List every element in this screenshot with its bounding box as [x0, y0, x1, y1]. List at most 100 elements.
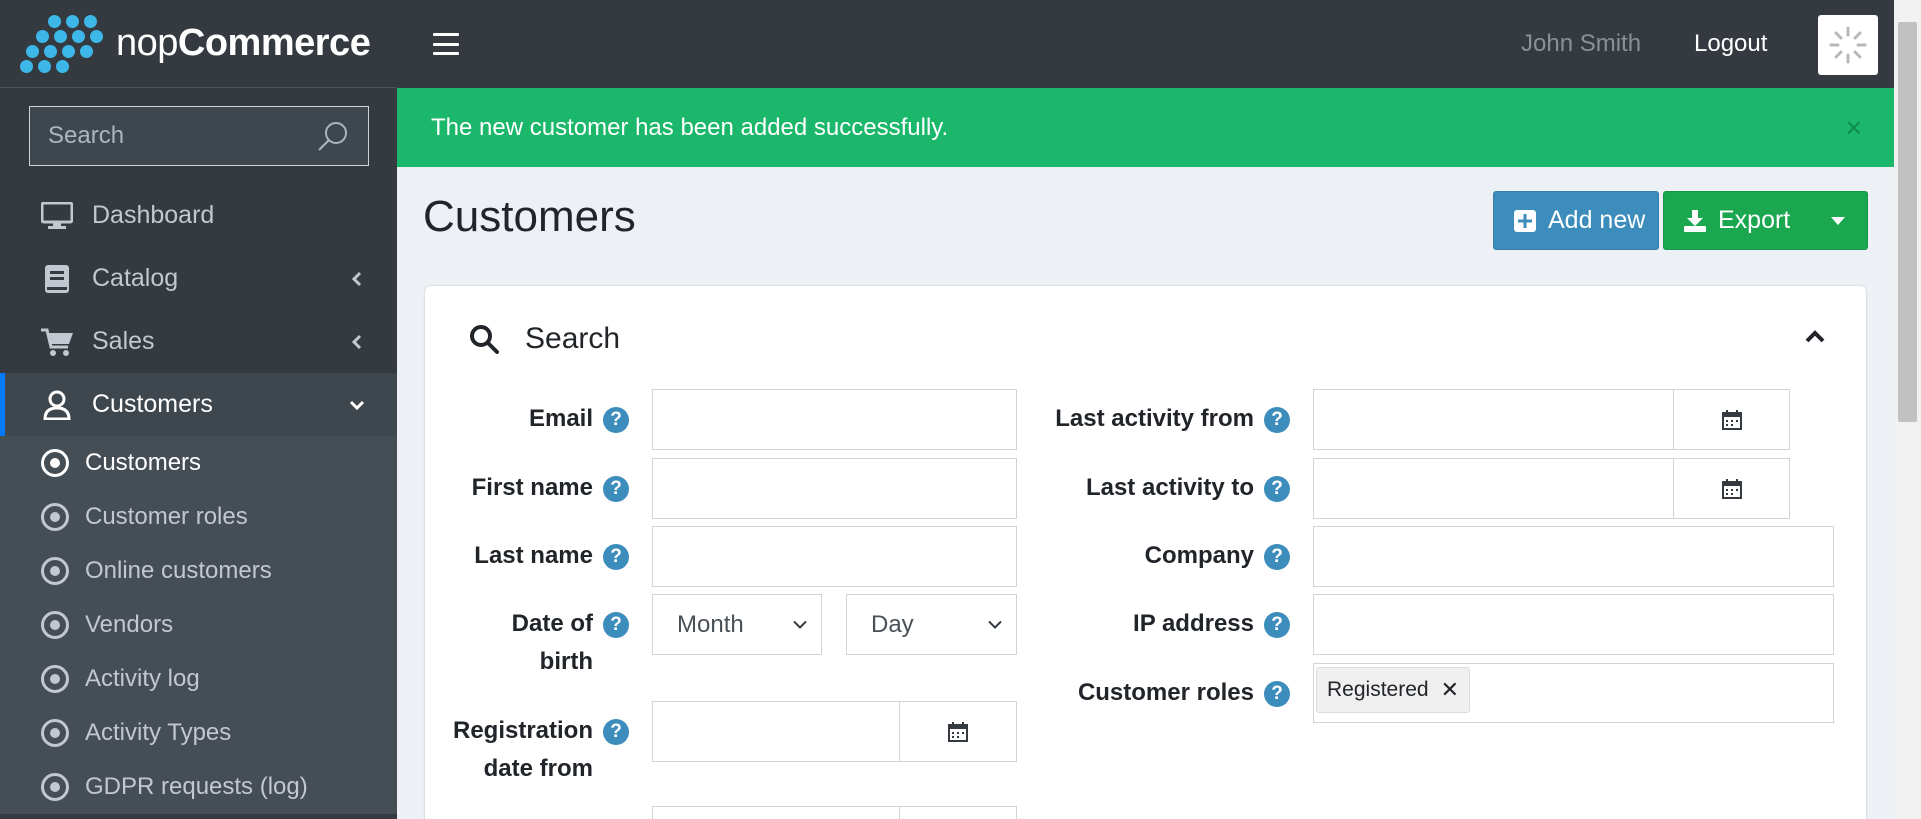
- book-icon: [40, 263, 74, 295]
- registration-to-field[interactable]: [652, 806, 900, 819]
- registration-from-input[interactable]: [653, 702, 899, 761]
- alert-close-icon[interactable]: ×: [1846, 112, 1862, 144]
- help-icon[interactable]: ?: [603, 719, 629, 745]
- sidebar-subitem-label: Activity log: [85, 665, 200, 692]
- search-icon: [470, 325, 499, 354]
- first-name-input[interactable]: [653, 459, 1016, 518]
- help-icon[interactable]: ?: [603, 612, 629, 638]
- search-icon[interactable]: [316, 119, 350, 153]
- brand-logo[interactable]: nopCommerce: [0, 0, 397, 88]
- registration-from-label: Registration date from: [430, 712, 593, 788]
- loading-spinner-icon: [1818, 15, 1878, 75]
- last-activity-to-input[interactable]: [1314, 459, 1673, 518]
- registration-from-calendar-button[interactable]: [899, 701, 1017, 762]
- radio-dot-icon: [41, 557, 69, 585]
- company-input[interactable]: [1314, 527, 1833, 586]
- help-icon[interactable]: ?: [603, 407, 629, 433]
- sidebar-subitem-activity-log[interactable]: Activity log: [0, 652, 397, 706]
- dob-month-value: Month: [677, 610, 744, 638]
- sidebar-item-label: Sales: [92, 327, 155, 355]
- chevron-left-icon: [351, 271, 362, 286]
- help-icon[interactable]: ?: [603, 476, 629, 502]
- email-input[interactable]: [653, 390, 1016, 449]
- registration-from-field[interactable]: [652, 701, 900, 762]
- last-name-field[interactable]: [652, 526, 1017, 587]
- radio-dot-icon: [41, 611, 69, 639]
- customers-submenu: Customers Customer roles Online customer…: [0, 436, 397, 814]
- remove-tag-icon[interactable]: ✕: [1441, 677, 1459, 703]
- sidebar-subitem-activity-types[interactable]: Activity Types: [0, 706, 397, 760]
- chevron-down-icon: [988, 620, 1002, 629]
- sidebar-subitem-customer-roles[interactable]: Customer roles: [0, 490, 397, 544]
- radio-dot-icon: [41, 449, 69, 477]
- search-panel-title: Search: [525, 322, 621, 355]
- sidebar-subitem-online-customers[interactable]: Online customers: [0, 544, 397, 598]
- page-scrollbar[interactable]: [1894, 0, 1921, 819]
- help-icon[interactable]: ?: [1264, 612, 1290, 638]
- sidebar-item-sales[interactable]: Sales: [0, 310, 397, 373]
- sidebar-subitem-gdpr-requests[interactable]: GDPR requests (log): [0, 760, 397, 814]
- radio-dot-icon: [41, 503, 69, 531]
- scrollbar-thumb[interactable]: [1898, 22, 1917, 422]
- export-button[interactable]: Export: [1663, 191, 1868, 250]
- help-icon[interactable]: ?: [1264, 476, 1290, 502]
- help-icon[interactable]: ?: [1264, 544, 1290, 570]
- success-alert: The new customer has been added successf…: [397, 88, 1894, 167]
- search-panel-header[interactable]: Search: [469, 322, 620, 356]
- ip-address-field[interactable]: [1313, 594, 1834, 655]
- help-icon[interactable]: ?: [1264, 681, 1290, 707]
- add-new-button[interactable]: Add new: [1493, 191, 1659, 250]
- sidebar-subitem-vendors[interactable]: Vendors: [0, 598, 397, 652]
- chevron-left-icon: [351, 334, 362, 349]
- registration-label-line2: date from: [483, 755, 593, 782]
- user-icon: [40, 389, 74, 421]
- hamburger-menu-icon[interactable]: [433, 33, 459, 55]
- help-icon[interactable]: ?: [603, 544, 629, 570]
- current-user-name[interactable]: John Smith: [1521, 30, 1641, 58]
- dob-day-select[interactable]: Day: [846, 594, 1017, 655]
- alert-message: The new customer has been added successf…: [431, 113, 949, 141]
- last-activity-from-label: Last activity from: [1055, 405, 1254, 432]
- last-activity-to-calendar-button[interactable]: [1673, 458, 1790, 519]
- chevron-down-icon: [349, 400, 365, 410]
- last-activity-from-calendar-button[interactable]: [1673, 389, 1790, 450]
- monitor-icon: [40, 200, 74, 232]
- last-activity-from-field[interactable]: [1313, 389, 1674, 450]
- calendar-icon: [1721, 409, 1742, 430]
- brand-name-bold: Commerce: [177, 22, 371, 64]
- last-activity-to-field[interactable]: [1313, 458, 1674, 519]
- logout-link[interactable]: Logout: [1694, 30, 1767, 58]
- last-name-input[interactable]: [653, 527, 1016, 586]
- dob-label-line2: birth: [539, 648, 593, 675]
- sidebar-item-catalog[interactable]: Catalog: [0, 247, 397, 310]
- sidebar: nopCommerce Dashboard Catalog Sales Cust…: [0, 0, 397, 819]
- radio-dot-icon: [41, 773, 69, 801]
- sidebar-subitem-label: Customer roles: [85, 503, 248, 530]
- download-icon: [1684, 209, 1706, 232]
- ip-address-label: IP address: [1133, 610, 1254, 637]
- last-name-label: Last name: [474, 542, 593, 569]
- sidebar-item-label: Dashboard: [92, 201, 215, 229]
- calendar-icon: [948, 721, 968, 742]
- radio-dot-icon: [41, 719, 69, 747]
- sidebar-search-input[interactable]: [48, 122, 316, 150]
- ip-address-input[interactable]: [1314, 595, 1833, 654]
- sidebar-subitem-customers[interactable]: Customers: [0, 436, 397, 490]
- company-label: Company: [1144, 542, 1254, 569]
- email-field[interactable]: [652, 389, 1017, 450]
- brand-name-light: nop: [116, 22, 178, 64]
- sidebar-subitem-label: GDPR requests (log): [85, 773, 308, 800]
- sidebar-item-dashboard[interactable]: Dashboard: [0, 184, 397, 247]
- help-icon[interactable]: ?: [1264, 407, 1290, 433]
- company-field[interactable]: [1313, 526, 1834, 587]
- role-tag-registered: Registered ✕: [1316, 667, 1470, 713]
- first-name-field[interactable]: [652, 458, 1017, 519]
- dob-month-select[interactable]: Month: [652, 594, 822, 655]
- registration-to-calendar-button[interactable]: [899, 806, 1017, 819]
- sidebar-item-customers[interactable]: Customers: [0, 373, 397, 436]
- export-dropdown-toggle[interactable]: [1809, 192, 1867, 249]
- dob-label-line1: Date of: [511, 610, 593, 637]
- calendar-icon: [1721, 478, 1742, 499]
- last-activity-from-input[interactable]: [1314, 390, 1673, 449]
- chevron-up-icon[interactable]: [1804, 328, 1826, 344]
